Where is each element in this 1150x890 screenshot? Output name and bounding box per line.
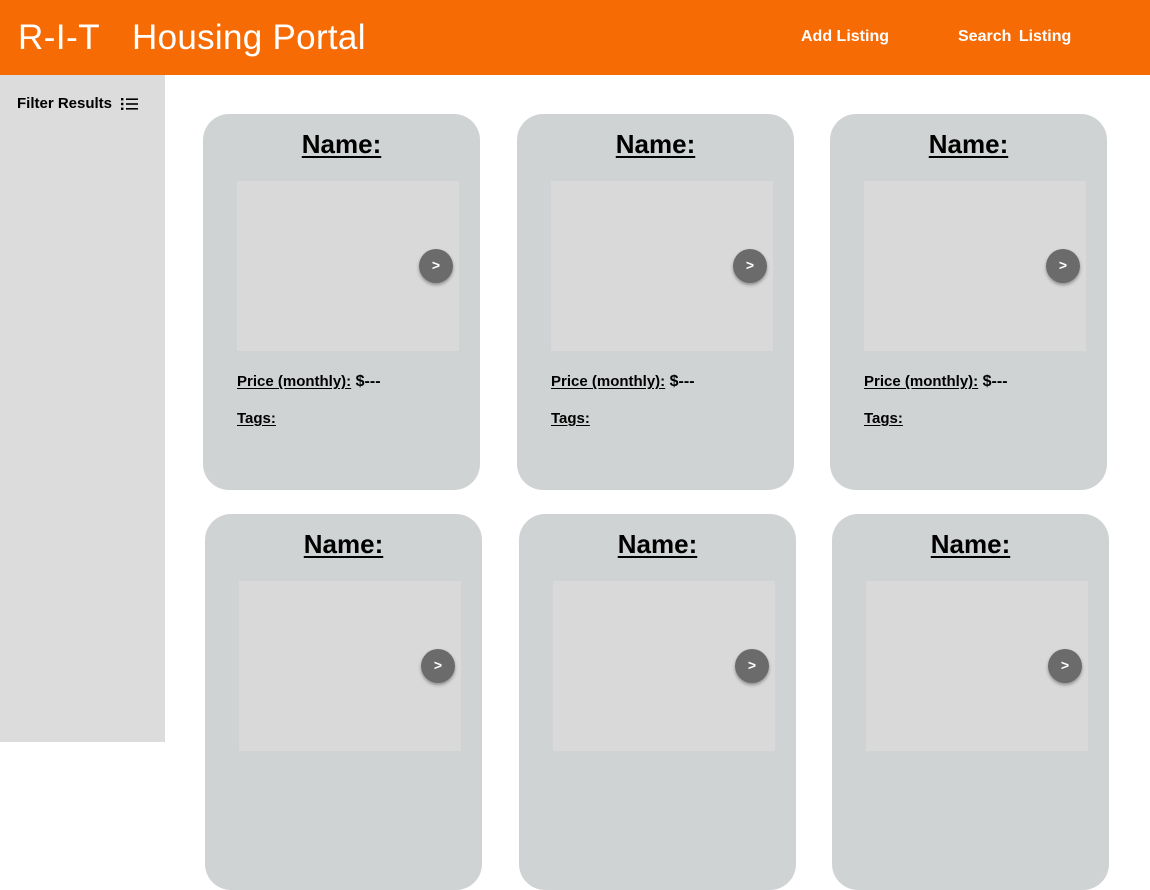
tags-label: Tags: <box>551 410 590 427</box>
tags-label: Tags: <box>864 410 903 427</box>
listing-price: Price (monthly): $--- <box>864 372 1008 392</box>
listing-image-placeholder: > <box>864 181 1086 351</box>
price-value: $--- <box>351 373 381 390</box>
listing-card[interactable]: Name: > Price (monthly): $--- Tags: <box>517 114 794 490</box>
listing-card[interactable]: Name: > Price (monthly): $--- Tags: <box>203 114 480 490</box>
listing-card[interactable]: Name: > <box>832 514 1109 890</box>
listing-name-label: Name: <box>615 129 696 159</box>
listing-name-label: Name: <box>303 529 384 559</box>
filter-results-button[interactable]: Filter Results <box>17 94 139 114</box>
next-image-button[interactable]: > <box>1048 649 1082 683</box>
top-header: R-I-T Housing Portal Add Listing Search … <box>0 0 1150 75</box>
listing-name-label: Name: <box>617 529 698 559</box>
brand-logo-text: R-I-T <box>18 18 101 57</box>
next-image-button[interactable]: > <box>419 249 453 283</box>
search-listing-link[interactable]: Search Listing <box>958 27 1071 47</box>
price-label: Price (monthly): <box>864 373 979 390</box>
listing-name-label: Name: <box>301 129 382 159</box>
filter-results-label: Filter Results <box>17 95 113 112</box>
next-image-button[interactable]: > <box>733 249 767 283</box>
listing-name-label: Name: <box>928 129 1009 159</box>
listing-card[interactable]: Name: > <box>205 514 482 890</box>
listing-image-placeholder: > <box>551 181 773 351</box>
listing-name-label: Name: <box>930 529 1011 559</box>
next-image-button[interactable]: > <box>1046 249 1080 283</box>
listing-image-placeholder: > <box>553 581 775 751</box>
tags-label: Tags: <box>237 410 276 427</box>
next-image-button[interactable]: > <box>735 649 769 683</box>
listing-image-placeholder: > <box>237 181 459 351</box>
listing-image-placeholder: > <box>866 581 1088 751</box>
listing-price: Price (monthly): $--- <box>551 372 695 392</box>
page-title: Housing Portal <box>132 18 366 57</box>
price-value: $--- <box>665 373 695 390</box>
next-image-button[interactable]: > <box>421 649 455 683</box>
listing-card[interactable]: Name: > Price (monthly): $--- Tags: <box>830 114 1107 490</box>
listing-price: Price (monthly): $--- <box>237 372 381 392</box>
sidebar: Filter Results <box>0 75 165 742</box>
price-value: $--- <box>978 373 1008 390</box>
price-label: Price (monthly): <box>551 373 666 390</box>
listing-image-placeholder: > <box>239 581 461 751</box>
list-icon <box>121 98 139 110</box>
add-listing-link[interactable]: Add Listing <box>801 27 889 47</box>
price-label: Price (monthly): <box>237 373 352 390</box>
listing-card[interactable]: Name: > <box>519 514 796 890</box>
